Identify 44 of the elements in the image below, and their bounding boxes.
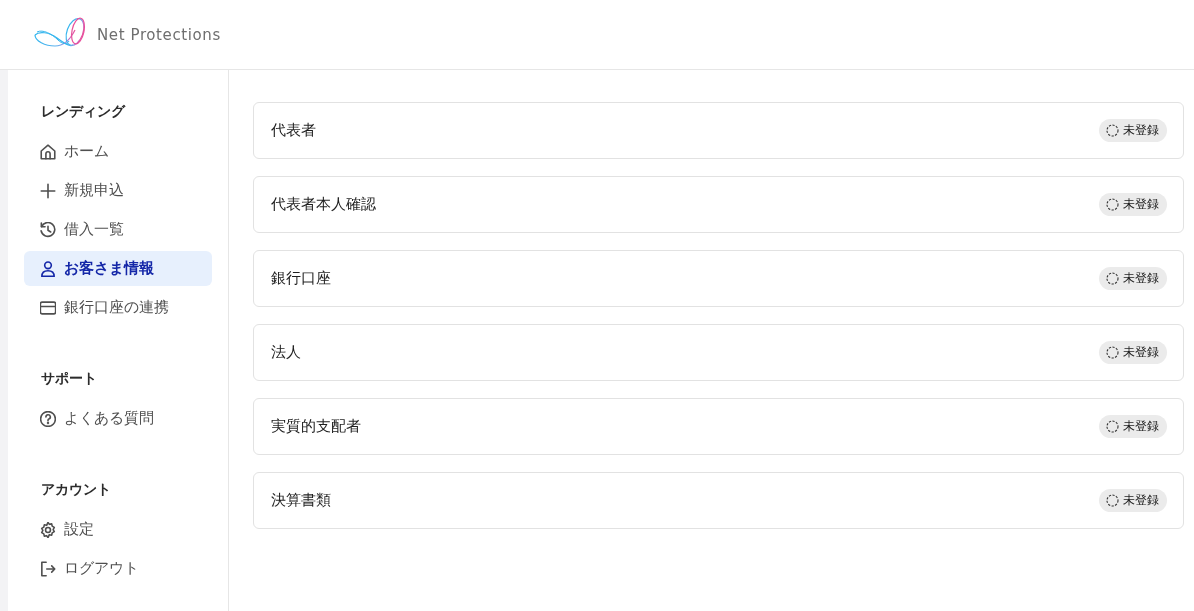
dashed-circle-icon: [1106, 198, 1119, 211]
status-label: 未登録: [1123, 418, 1159, 435]
status-label: 未登録: [1123, 492, 1159, 509]
dashed-circle-icon: [1106, 346, 1119, 359]
nav-item[interactable]: 借入一覧: [24, 212, 212, 247]
nav-item[interactable]: ログアウト: [24, 551, 212, 586]
card-title: 法人: [271, 343, 301, 362]
nav-item[interactable]: お客さま情報: [24, 251, 212, 286]
plus-icon: [40, 182, 56, 199]
dashed-circle-icon: [1106, 272, 1119, 285]
settings-icon: [40, 521, 56, 538]
nav-item[interactable]: よくある質問: [24, 401, 212, 436]
status-label: 未登録: [1123, 344, 1159, 361]
section-card[interactable]: 決算書類 未登録: [253, 472, 1184, 529]
section-heading: アカウント: [41, 480, 112, 498]
section-card[interactable]: 法人 未登録: [253, 324, 1184, 381]
section-card[interactable]: 実質的支配者 未登録: [253, 398, 1184, 455]
logout-icon: [40, 560, 56, 577]
card-title: 銀行口座: [271, 269, 331, 288]
section-card[interactable]: 銀行口座 未登録: [253, 250, 1184, 307]
section-card[interactable]: 代表者本人確認 未登録: [253, 176, 1184, 233]
card-title: 代表者本人確認: [271, 195, 376, 214]
home-icon: [40, 143, 56, 160]
section-card[interactable]: 代表者 未登録: [253, 102, 1184, 159]
help-icon: [40, 410, 56, 427]
card-title: 実質的支配者: [271, 417, 361, 436]
dashed-circle-icon: [1106, 124, 1119, 137]
section-heading: レンディング: [41, 102, 127, 120]
nav-item[interactable]: ホーム: [24, 134, 212, 169]
nav-item[interactable]: 設定: [24, 512, 212, 547]
status-label: 未登録: [1123, 122, 1159, 139]
brand-name: Net Protections: [97, 25, 221, 44]
nav-item[interactable]: 新規申込: [24, 173, 212, 208]
card-title: 決算書類: [271, 491, 331, 510]
user-icon: [40, 260, 56, 277]
nav-item[interactable]: 銀行口座の連携: [24, 290, 212, 325]
credit-card-icon: [40, 299, 56, 316]
status-label: 未登録: [1123, 196, 1159, 213]
section-heading: サポート: [41, 369, 98, 387]
history-icon: [40, 221, 56, 238]
card-title: 代表者: [271, 121, 316, 140]
status-label: 未登録: [1123, 270, 1159, 287]
dashed-circle-icon: [1106, 494, 1119, 507]
dashed-circle-icon: [1106, 420, 1119, 433]
